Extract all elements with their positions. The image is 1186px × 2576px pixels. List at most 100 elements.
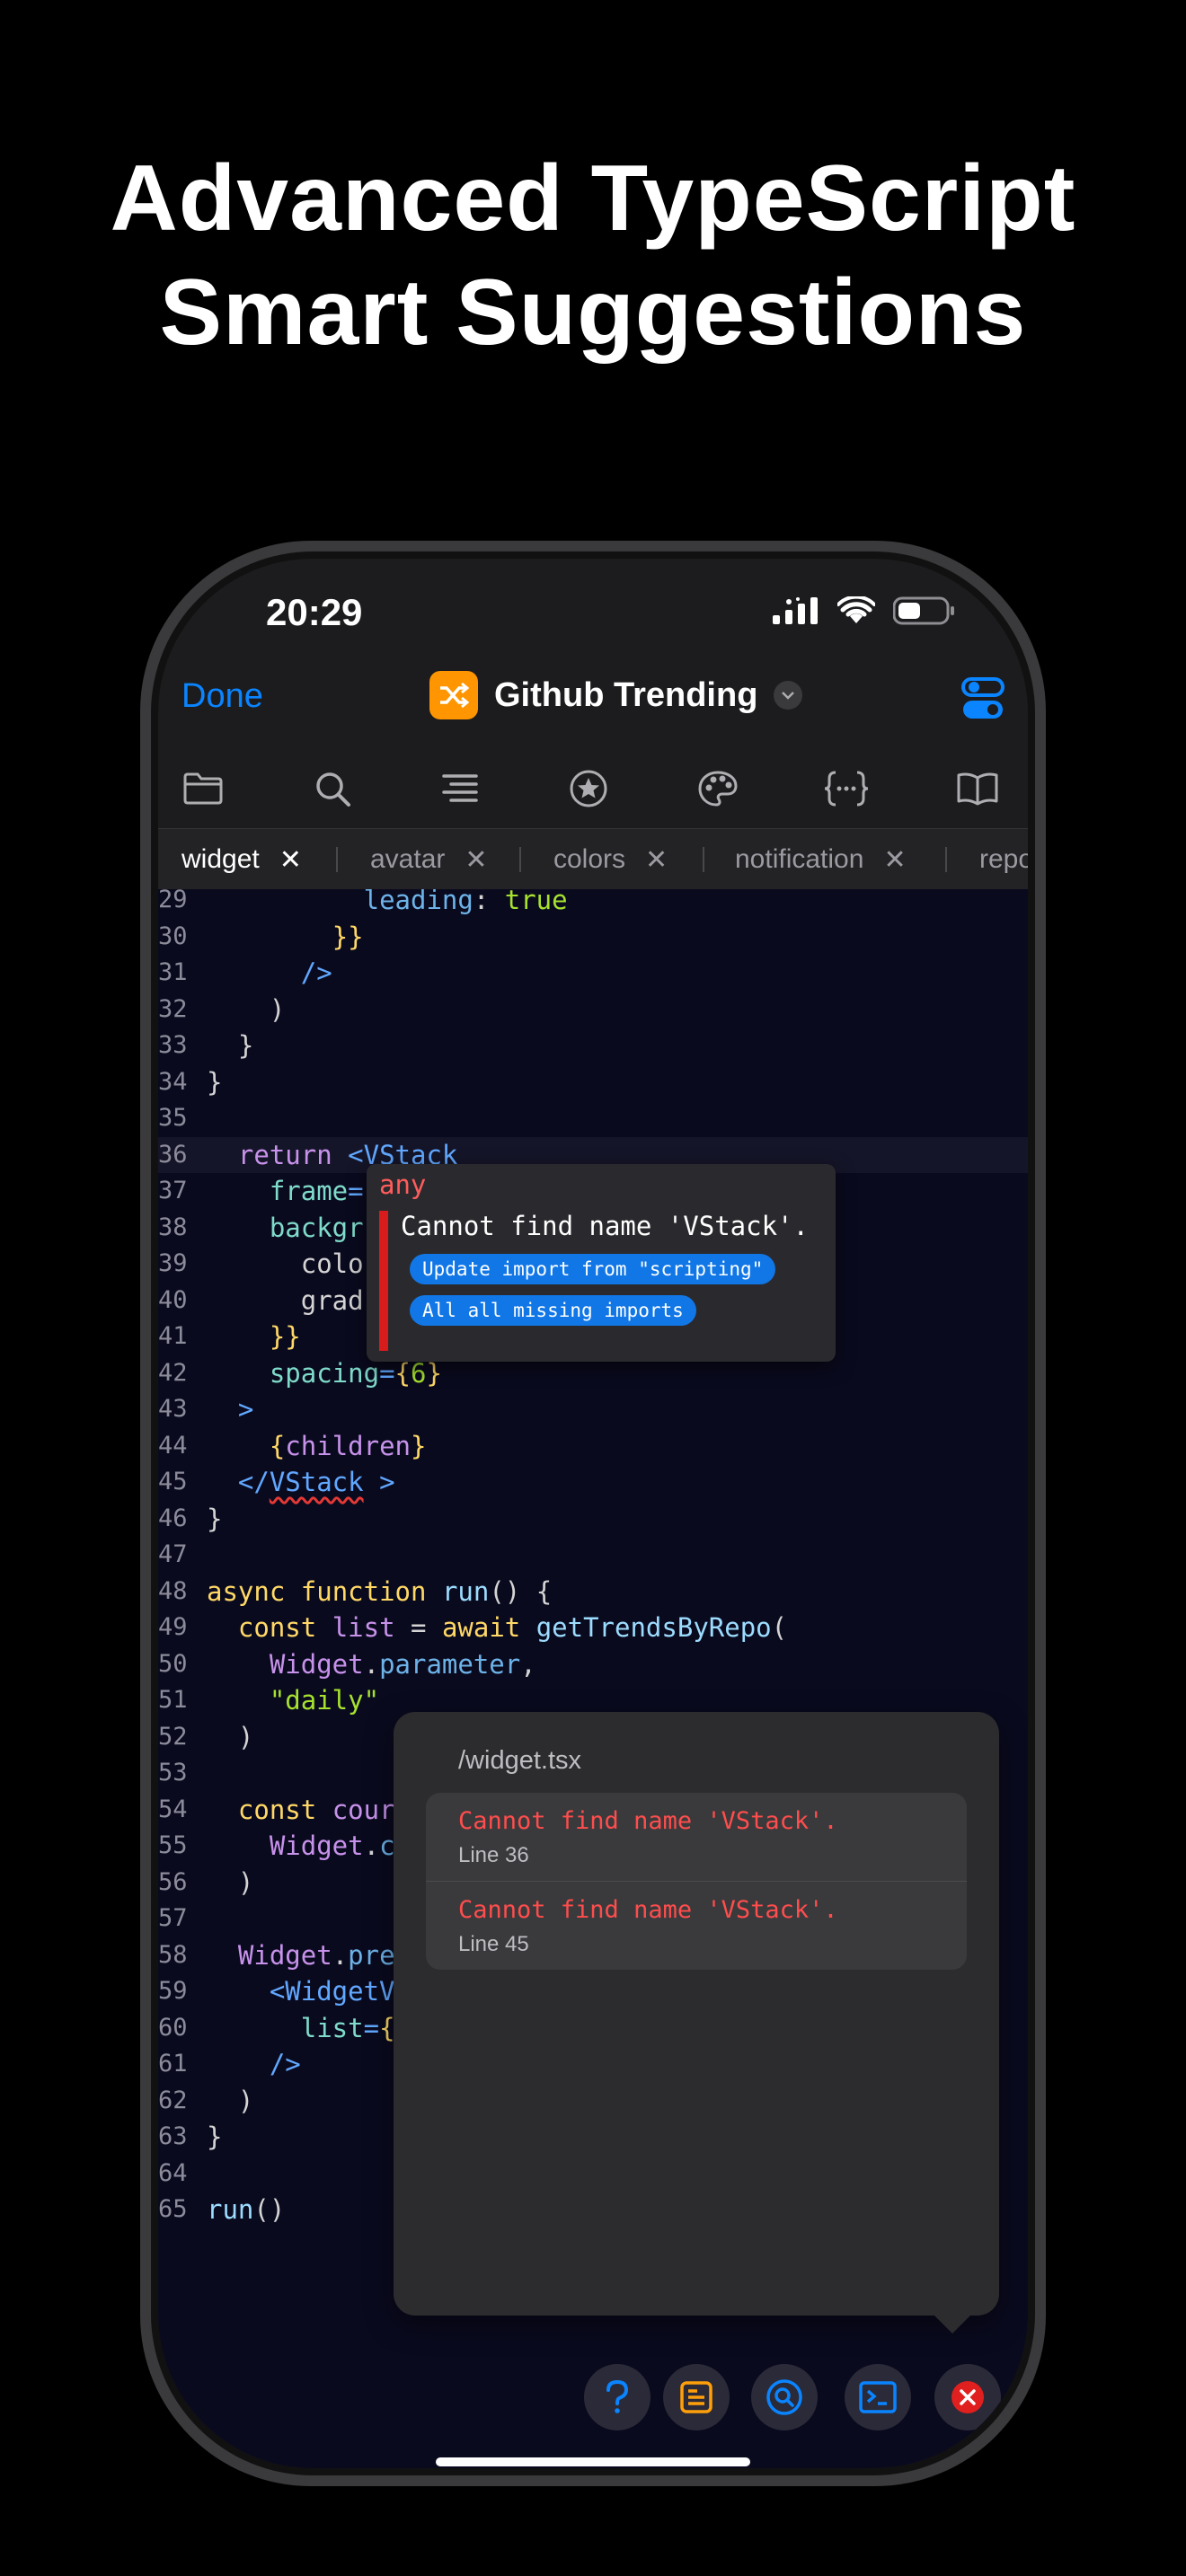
code-line[interactable]: 50 Widget.parameter, — [158, 1646, 1028, 1682]
problem-message: Cannot find name 'VStack'. — [458, 1896, 838, 1924]
settings-toggle-icon[interactable] — [961, 675, 1005, 722]
line-number: 32 — [158, 994, 188, 1023]
tab-widget[interactable]: widget ✕ — [181, 829, 302, 890]
file-tabs: widget ✕ avatar ✕ colors ✕ notification … — [158, 828, 1028, 891]
line-number: 56 — [158, 1867, 188, 1896]
close-icon[interactable]: ✕ — [883, 844, 906, 876]
search-icon — [766, 2379, 802, 2415]
close-icon[interactable]: ✕ — [279, 844, 302, 876]
code-line[interactable]: 47 — [158, 1537, 1028, 1573]
line-number: 65 — [158, 2195, 188, 2223]
line-number: 51 — [158, 1686, 188, 1714]
folder-icon[interactable] — [178, 763, 228, 814]
code-text: const list = await getTrendsByRepo( — [237, 1612, 788, 1643]
shuffle-app-icon — [429, 671, 478, 719]
code-text: async function run() { — [207, 1575, 553, 1607]
code-text: } — [237, 1030, 254, 1061]
code-text: }} — [269, 1321, 301, 1352]
line-number: 64 — [158, 2158, 188, 2187]
code-text: leading: true — [363, 889, 568, 915]
tab-label: avatar — [370, 844, 446, 874]
code-line[interactable]: 33 } — [158, 1028, 1028, 1063]
code-text: ) — [237, 1866, 254, 1898]
favorites-icon[interactable] — [563, 763, 614, 814]
code-line[interactable]: 48 async function run() { — [158, 1574, 1028, 1610]
line-number: 31 — [158, 958, 188, 986]
line-number: 58 — [158, 1940, 188, 1969]
line-number: 61 — [158, 2050, 188, 2078]
code-text: /> — [300, 957, 332, 988]
code-text: ) — [269, 993, 286, 1025]
outline-icon[interactable] — [435, 763, 485, 814]
error-indicator-bar — [379, 1211, 388, 1351]
line-number: 46 — [158, 1504, 188, 1532]
line-number: 33 — [158, 1031, 188, 1059]
code-text: /> — [269, 2049, 301, 2079]
nav-title-button[interactable]: Github Trending — [429, 670, 803, 720]
line-number: 42 — [158, 1358, 188, 1387]
errors-button[interactable] — [934, 2364, 1001, 2430]
line-number: 50 — [158, 1649, 188, 1678]
add-missing-imports-button[interactable]: All all missing imports — [410, 1295, 696, 1326]
editor-toolbar — [158, 744, 1028, 834]
line-number: 60 — [158, 2013, 188, 2042]
json-braces-icon[interactable] — [821, 763, 872, 814]
diagnostic-hover-popup: any Cannot find name 'VStack'. Update im… — [367, 1164, 836, 1362]
code-line[interactable]: 35 — [158, 1100, 1028, 1136]
problem-message: Cannot find name 'VStack'. — [458, 1807, 838, 1835]
code-line[interactable]: 44 {children} — [158, 1428, 1028, 1464]
line-number: 62 — [158, 2086, 188, 2114]
hover-type: any — [379, 1169, 427, 1200]
tab-repo[interactable]: repo — [979, 829, 1028, 890]
theme-palette-icon[interactable] — [693, 763, 743, 814]
terminal-icon — [859, 2381, 897, 2413]
code-line[interactable]: 46} — [158, 1501, 1028, 1537]
help-icon — [606, 2379, 629, 2413]
done-button[interactable]: Done — [181, 677, 263, 716]
code-line[interactable]: 49 const list = await getTrendsByRepo( — [158, 1610, 1028, 1645]
tab-avatar[interactable]: avatar ✕ — [370, 829, 488, 890]
console-button[interactable] — [663, 2364, 730, 2430]
search-results-button[interactable] — [751, 2364, 818, 2430]
tab-notification[interactable]: notification ✕ — [735, 829, 907, 890]
home-indicator — [436, 2457, 750, 2466]
search-icon[interactable] — [307, 763, 358, 814]
update-import-button[interactable]: Update import from "scripting" — [410, 1254, 776, 1284]
code-text: </VStack > — [237, 1467, 395, 1497]
close-icon[interactable]: ✕ — [645, 844, 668, 876]
line-number: 54 — [158, 1795, 188, 1823]
help-button[interactable] — [584, 2364, 651, 2430]
line-number: 30 — [158, 922, 188, 950]
code-text: backgr — [269, 1212, 364, 1243]
tab-label: colors — [553, 844, 626, 874]
problem-line: Line 45 — [458, 1932, 529, 1956]
tab-colors[interactable]: colors ✕ — [553, 829, 668, 890]
cellular-signal-icon — [773, 597, 818, 624]
line-number: 52 — [158, 1722, 188, 1751]
line-number: 37 — [158, 1177, 188, 1204]
code-line[interactable]: 45 </VStack > — [158, 1464, 1028, 1500]
docs-book-icon[interactable] — [952, 763, 1003, 814]
line-number: 44 — [158, 1431, 188, 1460]
line-number: 48 — [158, 1576, 188, 1605]
problem-item[interactable]: Cannot find name 'VStack'. Line 36 — [426, 1793, 967, 1881]
code-line[interactable]: 34} — [158, 1064, 1028, 1100]
problem-item[interactable]: Cannot find name 'VStack'. Line 45 — [426, 1881, 967, 1970]
code-text: {children} — [269, 1430, 427, 1461]
terminal-button[interactable] — [845, 2364, 911, 2430]
code-line[interactable]: 29 leading: true — [158, 889, 1028, 918]
code-text: grad — [300, 1284, 364, 1316]
code-text: run() — [207, 2194, 286, 2225]
line-number: 41 — [158, 1322, 188, 1350]
close-icon[interactable]: ✕ — [465, 844, 487, 876]
line-number: 40 — [158, 1285, 188, 1314]
battery-icon — [893, 596, 954, 625]
line-number: 43 — [158, 1395, 188, 1423]
code-line[interactable]: 30 }} — [158, 919, 1028, 955]
code-line[interactable]: 32 ) — [158, 992, 1028, 1028]
code-text: list={ — [300, 2012, 395, 2043]
nav-title: Github Trending — [494, 675, 758, 714]
code-line[interactable]: 43 > — [158, 1391, 1028, 1427]
code-line[interactable]: 31 /> — [158, 955, 1028, 991]
code-text: Widget.parameter, — [269, 1648, 536, 1680]
